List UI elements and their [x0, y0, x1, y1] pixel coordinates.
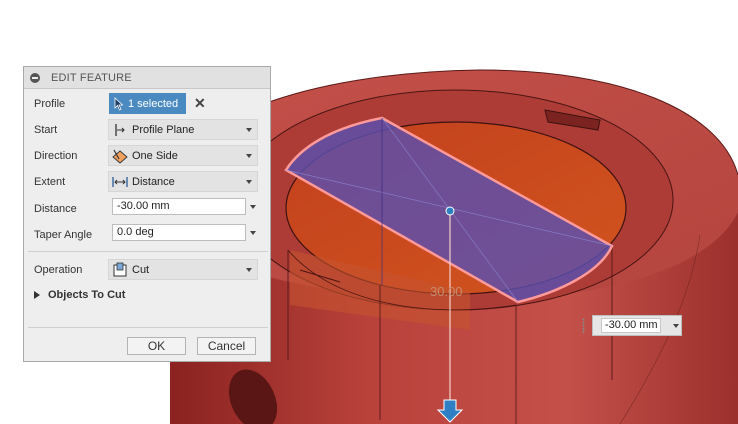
divider [28, 327, 268, 328]
extent-value: Distance [132, 175, 175, 188]
collapse-icon[interactable] [30, 72, 40, 83]
profile-value: 1 selected [128, 97, 179, 110]
direction-label: Direction [34, 150, 78, 162]
chevron-down-icon [246, 267, 252, 272]
operation-row: Operation Cut [24, 259, 272, 281]
objects-to-cut-toggle[interactable]: Objects To Cut [34, 289, 125, 301]
panel-header[interactable]: EDIT FEATURE [24, 67, 270, 89]
chevron-down-icon[interactable] [673, 324, 679, 328]
start-value: Profile Plane [132, 123, 195, 136]
direction-dropdown[interactable]: One Side [108, 145, 258, 166]
extent-dropdown[interactable]: Distance [108, 171, 258, 192]
cut-icon [112, 262, 128, 278]
taper-angle-input[interactable]: 0.0 deg [112, 224, 246, 241]
direction-row: Direction One Side [24, 145, 272, 167]
operation-label: Operation [34, 264, 83, 276]
start-label: Start [34, 124, 58, 136]
cursor-select-icon [114, 96, 124, 111]
panel-title: EDIT FEATURE [51, 71, 132, 84]
one-side-icon [112, 148, 128, 164]
distance-row: Distance -30.00 mm [24, 198, 272, 220]
chevron-down-icon[interactable] [250, 231, 256, 235]
taper-angle-label: Taper Angle [34, 229, 93, 241]
start-dropdown[interactable]: Profile Plane [108, 119, 258, 140]
chevron-down-icon [246, 153, 252, 158]
objects-to-cut-label: Objects To Cut [48, 289, 126, 301]
edit-feature-panel: EDIT FEATURE Profile 1 selected ✕ Start … [23, 66, 271, 362]
chevron-down-icon [246, 179, 252, 184]
profile-row: Profile 1 selected ✕ [24, 93, 272, 115]
extent-label: Extent [34, 176, 66, 188]
distance-input[interactable]: -30.00 mm [112, 198, 246, 215]
profile-plane-icon [112, 122, 128, 138]
clear-selection-icon[interactable]: ✕ [194, 95, 206, 112]
input-drag-handle[interactable] [582, 318, 585, 334]
divider [28, 251, 268, 252]
chevron-down-icon[interactable] [250, 205, 256, 209]
ok-button[interactable]: OK [127, 337, 186, 355]
expand-triangle-icon [34, 291, 40, 299]
operation-value: Cut [132, 263, 150, 276]
operation-dropdown[interactable]: Cut [108, 259, 258, 280]
distance-icon [112, 174, 128, 190]
profile-select-button[interactable]: 1 selected [109, 93, 186, 114]
viewport-distance-field[interactable]: -30.00 mm [601, 318, 661, 333]
start-row: Start Profile Plane [24, 119, 272, 141]
direction-value: One Side [132, 149, 178, 162]
viewport-distance-input[interactable]: -30.00 mm [592, 315, 682, 336]
chevron-down-icon [246, 127, 252, 132]
profile-label: Profile [34, 98, 66, 110]
extent-row: Extent Distance [24, 171, 272, 193]
taper-angle-row: Taper Angle 0.0 deg [24, 224, 272, 246]
dimension-label: 30.00 [430, 284, 463, 299]
distance-label: Distance [34, 203, 77, 215]
cancel-button[interactable]: Cancel [197, 337, 256, 355]
